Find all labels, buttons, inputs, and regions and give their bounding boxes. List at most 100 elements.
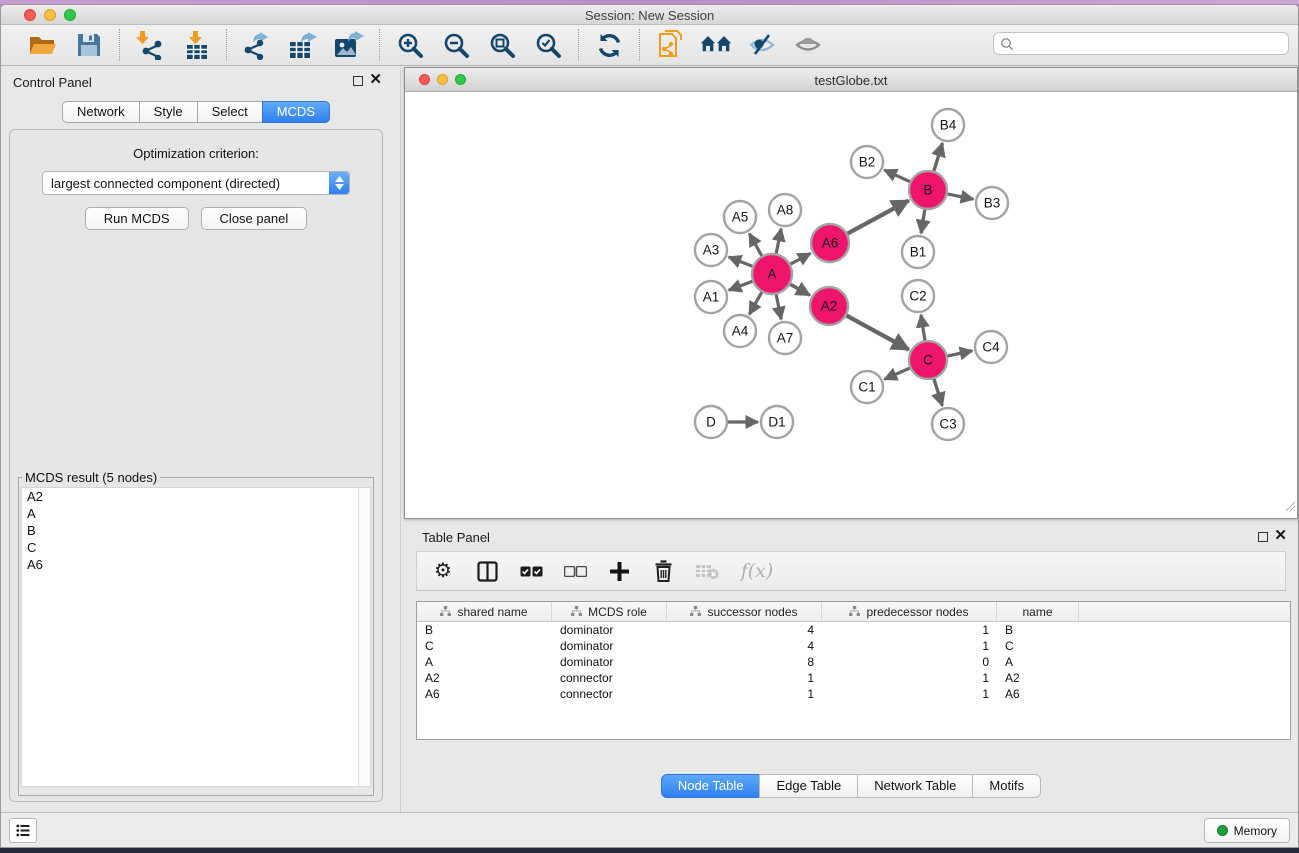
network-canvas[interactable]: B4 B2 B B3 B1 A5 A8 A6 A3 A A1 C2 A4 A7 A2 C4 C C1 C3 D D1 bbox=[405, 93, 1297, 518]
graph-node-A7[interactable]: A7 bbox=[769, 322, 801, 354]
zoom-in-icon[interactable] bbox=[394, 29, 426, 61]
close-panel-button[interactable]: Close panel bbox=[201, 207, 308, 230]
table-row[interactable]: A6connector11A6 bbox=[417, 686, 1290, 702]
function-builder-icon[interactable]: f(x) bbox=[739, 559, 775, 583]
task-history-button[interactable] bbox=[9, 818, 37, 843]
delete-column-icon[interactable] bbox=[651, 559, 675, 583]
graph-edge-A-A2[interactable] bbox=[789, 284, 809, 295]
graph-edge-C-C1[interactable] bbox=[884, 368, 910, 380]
graph-node-C4[interactable]: C4 bbox=[975, 331, 1007, 363]
save-session-icon[interactable] bbox=[73, 29, 105, 61]
tab-edge-table[interactable]: Edge Table bbox=[759, 774, 858, 798]
graph-node-A2[interactable]: A2 bbox=[810, 287, 848, 325]
table-row[interactable]: A2connector11A2 bbox=[417, 670, 1290, 686]
show-details-icon[interactable] bbox=[792, 29, 824, 61]
deselect-all-rows-icon[interactable] bbox=[563, 559, 587, 583]
graph-edge-C-C2[interactable] bbox=[921, 315, 925, 341]
run-mcds-button[interactable]: Run MCDS bbox=[85, 207, 189, 230]
float-panel-icon[interactable] bbox=[353, 76, 363, 86]
float-table-panel-icon[interactable] bbox=[1258, 532, 1268, 542]
graph-node-D1[interactable]: D1 bbox=[761, 406, 793, 438]
graph-node-B2[interactable]: B2 bbox=[851, 146, 883, 178]
resize-grip-icon[interactable] bbox=[1283, 499, 1296, 517]
graph-node-A1[interactable]: A1 bbox=[695, 281, 727, 313]
graph-node-C1[interactable]: C1 bbox=[851, 371, 883, 403]
tab-network[interactable]: Network bbox=[62, 101, 140, 123]
add-column-icon[interactable] bbox=[607, 559, 631, 583]
home-layouts-icon[interactable] bbox=[700, 29, 732, 61]
import-network-icon[interactable] bbox=[134, 29, 166, 61]
graph-edge-B-B4[interactable] bbox=[934, 143, 943, 172]
zoom-selected-icon[interactable] bbox=[532, 29, 564, 61]
graph-node-A5[interactable]: A5 bbox=[724, 201, 756, 233]
column-header-name[interactable]: name bbox=[997, 602, 1079, 621]
graph-node-A[interactable]: A bbox=[752, 254, 792, 294]
graph-node-B1[interactable]: B1 bbox=[902, 236, 934, 268]
memory-button[interactable]: Memory bbox=[1204, 818, 1290, 843]
zoom-fit-icon[interactable] bbox=[486, 29, 518, 61]
table-row[interactable]: Adominator80A bbox=[417, 654, 1290, 670]
column-header-successor-nodes[interactable]: successor nodes bbox=[667, 602, 822, 621]
export-image-icon[interactable] bbox=[333, 29, 365, 61]
mcds-result-item[interactable]: A6 bbox=[22, 556, 370, 573]
hide-details-icon[interactable] bbox=[746, 29, 778, 61]
graph-edge-B-B1[interactable] bbox=[921, 209, 925, 233]
graph-edge-A-A7[interactable] bbox=[776, 294, 781, 320]
graph-node-A8[interactable]: A8 bbox=[769, 194, 801, 226]
graph-node-B4[interactable]: B4 bbox=[932, 109, 964, 141]
mcds-result-item[interactable]: C bbox=[22, 539, 370, 556]
tab-mcds[interactable]: MCDS bbox=[262, 101, 330, 123]
table-row[interactable]: Cdominator41C bbox=[417, 638, 1290, 654]
mcds-result-item[interactable]: A bbox=[22, 505, 370, 522]
graph-node-A4[interactable]: A4 bbox=[724, 315, 756, 347]
graph-edge-C-C4[interactable] bbox=[947, 351, 973, 356]
graph-edge-C-C3[interactable] bbox=[934, 378, 943, 406]
table-settings-icon[interactable]: ⚙ bbox=[431, 559, 455, 583]
graph-node-B[interactable]: B bbox=[909, 171, 947, 209]
table-row[interactable]: Bdominator41B bbox=[417, 622, 1290, 638]
graph-edge-A-A8[interactable] bbox=[776, 229, 781, 255]
graph-edge-A6-B[interactable] bbox=[847, 200, 909, 233]
panel-splitter[interactable] bbox=[391, 67, 404, 812]
graph-edge-A-A3[interactable] bbox=[729, 257, 754, 267]
graph-edge-B-B3[interactable] bbox=[947, 194, 974, 199]
close-table-panel-icon[interactable]: ✕ bbox=[1274, 527, 1287, 545]
tab-node-table[interactable]: Node Table bbox=[661, 774, 761, 798]
graph-node-D[interactable]: D bbox=[695, 406, 727, 438]
mcds-result-item[interactable]: B bbox=[22, 522, 370, 539]
column-layout-icon[interactable] bbox=[475, 559, 499, 583]
graph-edge-A-A1[interactable] bbox=[729, 281, 754, 290]
result-list-scrollbar[interactable] bbox=[358, 488, 370, 786]
refresh-layout-icon[interactable] bbox=[593, 29, 625, 61]
graph-node-C2[interactable]: C2 bbox=[902, 280, 934, 312]
network-overview-icon[interactable] bbox=[654, 29, 686, 61]
graph-edge-B-B2[interactable] bbox=[884, 170, 910, 182]
tab-network-table[interactable]: Network Table bbox=[857, 774, 973, 798]
mcds-result-item[interactable]: A2 bbox=[22, 488, 370, 505]
criterion-dropdown[interactable]: largest connected component (directed) bbox=[42, 171, 350, 195]
select-all-rows-icon[interactable] bbox=[519, 559, 543, 583]
graph-node-C3[interactable]: C3 bbox=[932, 408, 964, 440]
column-header-MCDS-role[interactable]: MCDS role bbox=[552, 602, 667, 621]
graph-edge-A2-C[interactable] bbox=[846, 315, 909, 349]
export-network-icon[interactable] bbox=[241, 29, 273, 61]
graph-edge-A-A4[interactable] bbox=[749, 291, 762, 314]
graph-node-B3[interactable]: B3 bbox=[976, 187, 1008, 219]
column-header-shared-name[interactable]: shared name bbox=[417, 602, 552, 621]
tab-select[interactable]: Select bbox=[197, 101, 263, 123]
delete-table-icon[interactable] bbox=[695, 559, 719, 583]
tab-motifs[interactable]: Motifs bbox=[972, 774, 1041, 798]
column-header-predecessor-nodes[interactable]: predecessor nodes bbox=[822, 602, 997, 621]
zoom-out-icon[interactable] bbox=[440, 29, 472, 61]
graph-edge-A-A5[interactable] bbox=[749, 234, 762, 257]
close-panel-icon[interactable]: ✕ bbox=[369, 71, 382, 89]
export-table-icon[interactable] bbox=[287, 29, 319, 61]
search-field[interactable] bbox=[993, 32, 1289, 55]
graph-node-A6[interactable]: A6 bbox=[811, 224, 849, 262]
graph-node-A3[interactable]: A3 bbox=[695, 234, 727, 266]
tab-style[interactable]: Style bbox=[139, 101, 198, 123]
import-table-icon[interactable] bbox=[180, 29, 212, 61]
graph-node-C[interactable]: C bbox=[909, 341, 947, 379]
open-file-icon[interactable] bbox=[27, 29, 59, 61]
search-input[interactable] bbox=[1014, 37, 1288, 51]
